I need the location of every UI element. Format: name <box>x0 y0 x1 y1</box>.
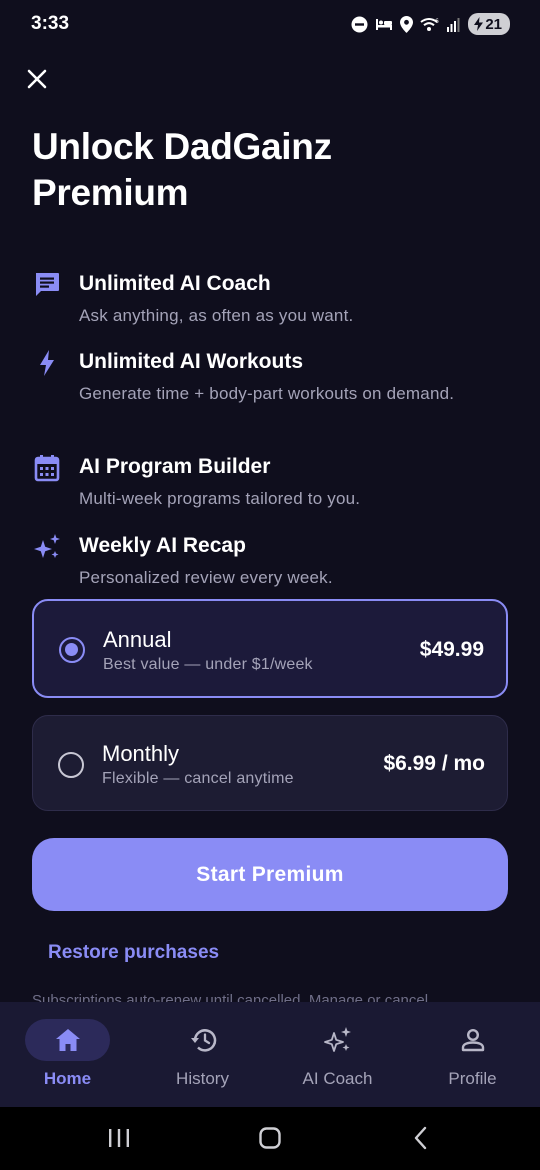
status-bar: 3:33 6 21 <box>0 0 540 50</box>
radio-unselected[interactable] <box>58 752 84 778</box>
close-button[interactable] <box>24 66 50 92</box>
svg-text:6: 6 <box>435 18 439 25</box>
nav-item-profile[interactable]: Profile <box>405 1002 540 1107</box>
nav-label: Home <box>43 1069 92 1088</box>
feature-title: Unlimited AI Coach <box>79 272 271 295</box>
battery-indicator: 21 <box>468 13 510 35</box>
nav-label: History <box>176 1069 229 1088</box>
page-title: Unlock DadGainz Premium <box>32 126 332 213</box>
sleep-bed-icon <box>375 17 393 31</box>
feature-description: Generate time + body-part workouts on de… <box>79 384 455 403</box>
plan-price: $6.99 / mo <box>383 752 485 775</box>
status-time: 3:33 <box>31 13 70 34</box>
feature-title: AI Program Builder <box>79 455 271 478</box>
close-icon <box>27 69 47 89</box>
wifi-icon: 6 <box>420 17 439 32</box>
profile-icon <box>461 1028 484 1052</box>
plan-option-monthly[interactable]: Monthly Flexible — cancel anytime $6.99 … <box>32 715 508 811</box>
plan-subtitle: Flexible — cancel anytime <box>102 770 294 787</box>
nav-item-ai-coach[interactable]: AI Coach <box>270 1002 405 1107</box>
back-button[interactable] <box>406 1125 436 1151</box>
radio-selected[interactable] <box>59 637 85 663</box>
sparkles-icon <box>32 532 62 562</box>
feature-title: Unlimited AI Workouts <box>79 350 304 373</box>
bolt-icon <box>32 348 62 378</box>
plan-subtitle: Best value — under $1/week <box>103 656 313 673</box>
fine-print-text: Subscriptions auto-renew until cancelled… <box>32 993 429 1002</box>
battery-level: 21 <box>485 15 502 33</box>
history-icon <box>190 1029 216 1052</box>
do-not-disturb-icon <box>351 16 368 33</box>
plan-option-annual[interactable]: Annual Best value — under $1/week $49.99 <box>32 599 508 698</box>
location-icon <box>400 15 414 33</box>
start-premium-label: Start Premium <box>196 862 344 886</box>
calendar-icon <box>32 453 62 483</box>
plan-price: $49.99 <box>419 638 484 661</box>
signal-icon <box>446 17 461 32</box>
feature-description: Multi-week programs tailored to you. <box>79 489 361 508</box>
home-system-button[interactable] <box>255 1125 285 1151</box>
system-navigation-bar <box>0 1107 540 1170</box>
feature-description: Ask anything, as often as you want. <box>79 306 354 325</box>
nav-item-history[interactable]: History <box>135 1002 270 1107</box>
feature-title: Weekly AI Recap <box>79 534 246 557</box>
restore-purchases-link[interactable]: Restore purchases <box>48 942 219 964</box>
chat-icon <box>32 270 62 300</box>
charging-bolt-icon <box>474 17 484 31</box>
nav-label: Profile <box>448 1069 497 1088</box>
subscription-fine-print: Subscriptions auto-renew until cancelled… <box>32 993 508 1002</box>
sparkles-icon <box>323 1027 351 1052</box>
home-icon <box>55 1029 80 1051</box>
nav-label: AI Coach <box>302 1069 373 1088</box>
recent-apps-icon <box>109 1129 129 1147</box>
recent-apps-button[interactable] <box>104 1125 134 1151</box>
home-circle-icon <box>259 1127 281 1149</box>
status-icons: 6 21 <box>351 13 510 35</box>
nav-item-home[interactable]: Home <box>0 1002 135 1107</box>
back-chevron-icon <box>414 1126 427 1150</box>
feature-description: Personalized review every week. <box>79 568 333 587</box>
bottom-navigation: Home History AI Coach Profile <box>0 1002 540 1107</box>
nav-active-indicator <box>25 1019 110 1061</box>
plan-name: Annual <box>103 627 172 652</box>
start-premium-button[interactable]: Start Premium <box>32 838 508 911</box>
plan-name: Monthly <box>102 741 180 766</box>
